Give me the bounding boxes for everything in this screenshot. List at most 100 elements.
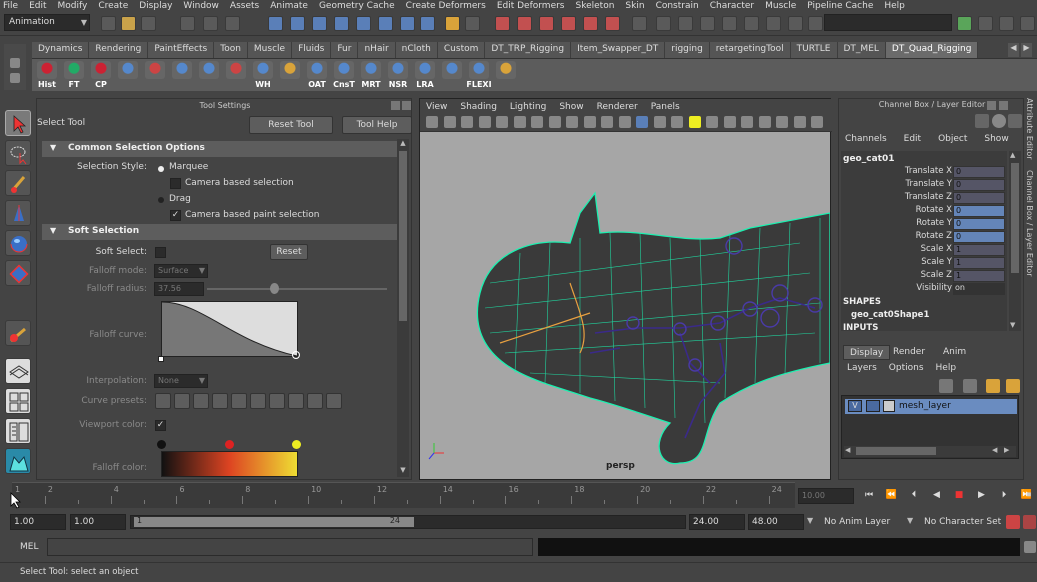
curve-preset-icon[interactable]: [212, 393, 228, 409]
new-layer-icon[interactable]: [939, 379, 953, 393]
paint-select-tool-icon[interactable]: [5, 170, 31, 196]
layer-extra-icon[interactable]: [1006, 379, 1020, 393]
select-camera-icon[interactable]: [426, 116, 438, 128]
lights-icon[interactable]: [688, 116, 701, 128]
shelf-button-mrt[interactable]: MRT: [358, 61, 384, 91]
resolution-gate-icon[interactable]: [531, 116, 543, 128]
curve-preset-icon[interactable]: [269, 393, 285, 409]
common-selection-section[interactable]: ▼ Common Selection Options: [42, 141, 397, 157]
curve-preset-icon[interactable]: [326, 393, 342, 409]
anim-preferences-icon[interactable]: [1023, 515, 1036, 529]
falloff-curve-graph[interactable]: [161, 301, 298, 357]
texture-display-icon[interactable]: [776, 116, 788, 128]
attr-value-field[interactable]: 1: [953, 244, 1005, 256]
hypershade-icon[interactable]: [722, 16, 737, 31]
camera-paint-selection-checkbox[interactable]: ✓: [170, 210, 181, 221]
color-key-red[interactable]: [225, 440, 234, 449]
shelf-scroll-left-icon[interactable]: ◀: [1008, 43, 1019, 57]
shelf-tab-dt-mel[interactable]: DT_MEL: [837, 42, 886, 58]
curve-preset-icon[interactable]: [288, 393, 304, 409]
render-globals-icon[interactable]: [766, 16, 781, 31]
single-perspective-layout-icon[interactable]: [5, 358, 31, 384]
select-rendering-icon[interactable]: [400, 16, 415, 31]
show-attribute-editor-icon[interactable]: [957, 16, 972, 31]
shelf-tab-rigging[interactable]: rigging: [665, 42, 710, 58]
playback-start-field[interactable]: 1.00: [70, 514, 126, 530]
soft-select-reset-button[interactable]: Reset: [270, 244, 308, 260]
shelf-button-nsr[interactable]: NSR: [385, 61, 411, 91]
move-tool-icon[interactable]: [5, 200, 31, 226]
falloff-radius-handle[interactable]: [270, 283, 279, 294]
xray-icon[interactable]: [723, 116, 736, 128]
viewport-color-checkbox[interactable]: ✓: [155, 420, 166, 431]
shelf-button-rig-figure[interactable]: [277, 61, 303, 91]
channel-box-menu-edit[interactable]: Edit: [904, 134, 921, 144]
reset-tool-button[interactable]: Reset Tool: [249, 116, 333, 134]
shelf-tab-ncloth[interactable]: nCloth: [395, 42, 438, 58]
layer-type-toggle[interactable]: [866, 400, 880, 412]
menu-character[interactable]: Character: [710, 1, 754, 11]
show-channel-box-icon[interactable]: [999, 16, 1014, 31]
gate-mask-icon[interactable]: [601, 116, 613, 128]
scale-tool-icon[interactable]: [5, 260, 31, 286]
shelf-button-flexi[interactable]: FLEXI: [466, 61, 492, 91]
shelf-tab-item-swapper-dt[interactable]: Item_Swapper_DT: [571, 42, 666, 58]
shelf-button-oat[interactable]: OAT: [304, 61, 330, 91]
menu-geometry-cache[interactable]: Geometry Cache: [319, 1, 395, 11]
bookmark-icon[interactable]: [461, 116, 473, 128]
menu-skeleton[interactable]: Skeleton: [576, 1, 615, 11]
time-slider[interactable]: 1 2 4 6 8 10 12 14 16 18 20 22 24: [12, 482, 795, 508]
scroll-thumb[interactable]: [1011, 163, 1019, 273]
image-plane-icon[interactable]: [478, 116, 491, 128]
shape-name[interactable]: geo_cat0Shape1: [851, 310, 929, 320]
attr-value-field[interactable]: 0: [953, 231, 1005, 243]
current-time-field[interactable]: 10.00: [798, 488, 854, 504]
menu-pipeline-cache[interactable]: Pipeline Cache: [807, 1, 873, 11]
shelf-button-ft[interactable]: FT: [61, 61, 87, 91]
viewport-menu-lighting[interactable]: Lighting: [510, 102, 546, 112]
attribute-editor-tab[interactable]: Attribute Editor: [1025, 98, 1034, 160]
shelf-button-lra[interactable]: LRA: [412, 61, 438, 91]
layer-tab-anim[interactable]: Anim: [937, 345, 972, 360]
tool-settings-scrollbar[interactable]: ▲ ▼: [397, 139, 409, 477]
shelf-button-cnst[interactable]: CnsT: [331, 61, 357, 91]
playback-end-field[interactable]: 24.00: [689, 514, 745, 530]
curve-preset-icon[interactable]: [250, 393, 266, 409]
close-panel-icon[interactable]: [999, 101, 1008, 110]
curve-preset-icon[interactable]: [231, 393, 247, 409]
shelf-tab-muscle[interactable]: Muscle: [247, 42, 293, 58]
falloff-mode-dropdown[interactable]: Surface ▼: [154, 264, 208, 278]
auto-key-icon[interactable]: [1006, 515, 1020, 529]
shelf-button-cp[interactable]: CP: [88, 61, 114, 91]
camera-based-selection-checkbox[interactable]: [170, 178, 181, 189]
animation-start-field[interactable]: 1.00: [10, 514, 66, 530]
menu-muscle[interactable]: Muscle: [765, 1, 796, 11]
menu-file[interactable]: File: [3, 1, 18, 11]
attr-value-field[interactable]: 0: [953, 192, 1005, 204]
shelf-tab-rendering[interactable]: Rendering: [89, 42, 149, 58]
select-component-icon[interactable]: [225, 16, 240, 31]
character-set-dropdown[interactable]: No Character Set: [924, 517, 1001, 527]
save-scene-icon[interactable]: [141, 16, 156, 31]
smooth-shade-icon[interactable]: [636, 116, 648, 128]
highlight-selection-icon[interactable]: [465, 16, 480, 31]
layer-visibility-toggle[interactable]: V: [848, 400, 862, 412]
construction-history-icon[interactable]: [632, 16, 647, 31]
shelf-tab-dynamics[interactable]: Dynamics: [32, 42, 90, 58]
shelf-tab-nhair[interactable]: nHair: [358, 42, 396, 58]
interpolation-dropdown[interactable]: None ▼: [154, 374, 208, 388]
grid-icon[interactable]: [496, 116, 508, 128]
scroll-up-icon[interactable]: ▲: [1010, 151, 1015, 159]
shelf-button-spline[interactable]: [196, 61, 222, 91]
curve-preset-icon[interactable]: [155, 393, 171, 409]
marquee-radio[interactable]: [158, 166, 164, 172]
select-object-icon[interactable]: [203, 16, 218, 31]
attr-value-field[interactable]: 0: [953, 166, 1005, 178]
layer-menu-help[interactable]: Help: [936, 363, 957, 373]
select-tool-icon[interactable]: [5, 110, 31, 136]
viewport-panel[interactable]: View Shading Lighting Show Renderer Panels pe…: [419, 98, 832, 480]
select-handle-icon[interactable]: [268, 16, 283, 31]
layer-options-icon[interactable]: [986, 379, 1000, 393]
color-key-black[interactable]: [157, 440, 166, 449]
render-view-icon[interactable]: [744, 16, 759, 31]
